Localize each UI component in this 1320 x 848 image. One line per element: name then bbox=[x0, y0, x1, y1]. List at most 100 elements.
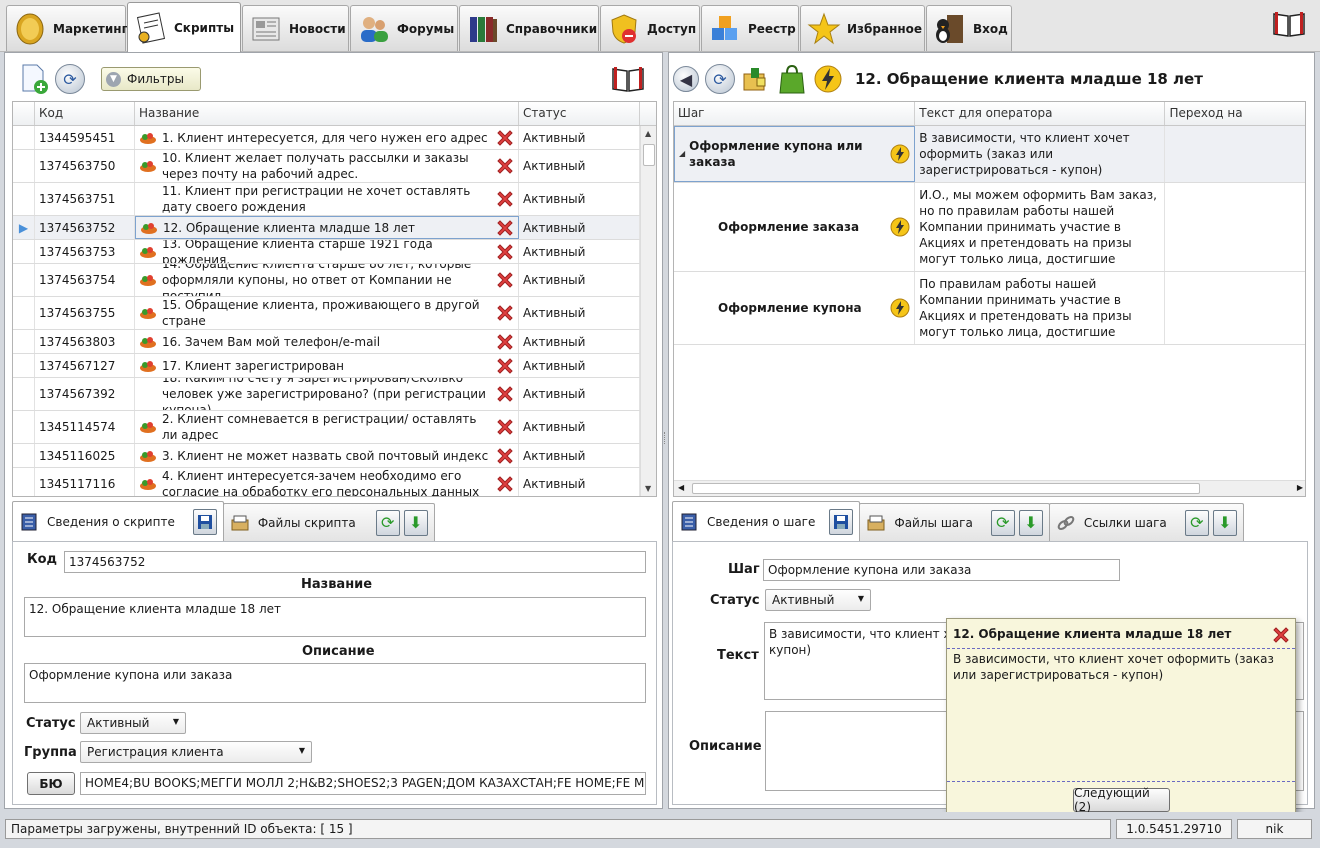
delete-icon[interactable] bbox=[496, 190, 514, 208]
tab-favorites[interactable]: Избранное bbox=[800, 5, 925, 51]
open-book-icon[interactable] bbox=[1272, 10, 1306, 38]
table-row[interactable]: 1345116025 3. Клиент не может назвать сво… bbox=[13, 444, 656, 468]
tab-step-files[interactable]: Файлы шага ⟳ ⬇ bbox=[859, 503, 1050, 541]
column-header-code[interactable]: Код bbox=[35, 102, 135, 125]
tab-step-info[interactable]: Сведения о шаге bbox=[672, 501, 861, 541]
table-row[interactable]: 1374563751 11. Клиент при регистрации не … bbox=[13, 183, 656, 216]
refresh-step-files-button[interactable]: ⟳ bbox=[990, 509, 1015, 536]
table-row[interactable]: 1374563753 13. Обращение клиента старше 1… bbox=[13, 240, 656, 264]
code-input[interactable]: 1374563752 bbox=[64, 551, 646, 573]
cell-operator-text: В зависимости, что клиент хочет оформить… bbox=[915, 126, 1166, 182]
tab-script-files[interactable]: Файлы скрипта ⟳ ⬇ bbox=[222, 503, 435, 541]
tab-login[interactable]: Вход bbox=[926, 5, 1012, 51]
shopping-bag-icon[interactable] bbox=[777, 63, 807, 95]
delete-icon[interactable] bbox=[496, 304, 514, 322]
table-row[interactable]: 1374563754 14. Обращение клиента старше 8… bbox=[13, 264, 656, 297]
tab-step-links[interactable]: Ссылки шага ⟳ ⬇ bbox=[1048, 503, 1244, 541]
delete-icon[interactable] bbox=[496, 219, 514, 237]
steps-grid-hscrollbar[interactable]: ◀ ▶ bbox=[674, 480, 1305, 496]
delete-icon[interactable] bbox=[496, 418, 514, 436]
column-header-step[interactable]: Шаг bbox=[674, 102, 916, 125]
table-row[interactable]: 1374567127 17. Клиент зарегистрирован Акти… bbox=[13, 354, 656, 378]
arrow-down-icon: ⬇ bbox=[1024, 513, 1038, 532]
refresh-steps-button[interactable]: ⟳ bbox=[705, 64, 735, 94]
next-step-button[interactable]: Следующий (2) bbox=[1073, 786, 1170, 814]
filters-button[interactable]: ▼ Фильтры bbox=[101, 67, 201, 91]
scroll-down-icon[interactable]: ▼ bbox=[645, 484, 651, 493]
column-header-name[interactable]: Название bbox=[135, 102, 519, 125]
step-status-select[interactable]: Активный ▼ bbox=[765, 589, 871, 611]
delete-icon[interactable] bbox=[496, 385, 514, 403]
refresh-button[interactable]: ⟳ bbox=[55, 64, 85, 94]
lightning-icon[interactable] bbox=[813, 64, 843, 94]
status-select[interactable]: Активный ▼ bbox=[80, 712, 186, 734]
step-input[interactable]: Оформление купона или заказа bbox=[763, 559, 1120, 581]
table-row[interactable]: 1344595451 1. Клиент интересуется, для че… bbox=[13, 126, 656, 150]
save-step-button[interactable] bbox=[829, 508, 854, 535]
group-select[interactable]: Регистрация клиента ▼ bbox=[80, 741, 312, 763]
delete-icon[interactable] bbox=[496, 129, 514, 147]
scroll-up-icon[interactable]: ▲ bbox=[645, 129, 651, 138]
table-row[interactable]: 1345114574 2. Клиент сомневается в регист… bbox=[13, 411, 656, 444]
code-label: Код bbox=[27, 552, 58, 567]
dish-icon bbox=[140, 450, 156, 462]
tab-forums[interactable]: Форумы bbox=[350, 5, 458, 51]
scrollbar-thumb[interactable] bbox=[643, 144, 655, 166]
delete-icon[interactable] bbox=[496, 475, 514, 493]
tab-scripts[interactable]: Скрипты bbox=[127, 2, 241, 52]
table-row[interactable]: 1374563803 16. Зачем Вам мой телефон/e-ma… bbox=[13, 330, 656, 354]
lightning-icon[interactable] bbox=[890, 144, 910, 164]
tab-access[interactable]: Доступ bbox=[600, 5, 700, 51]
column-header-goto[interactable]: Переход на bbox=[1165, 102, 1305, 125]
tab-marketing[interactable]: Маркетинг bbox=[6, 5, 128, 51]
download-files-button[interactable]: ⬇ bbox=[403, 509, 428, 536]
help-book-icon[interactable] bbox=[611, 65, 645, 93]
delete-icon[interactable] bbox=[496, 243, 514, 261]
step-row[interactable]: ◢ Оформление купона или заказа В зависимос… bbox=[674, 126, 1305, 183]
scroll-left-icon[interactable]: ◀ bbox=[678, 483, 684, 492]
delete-icon[interactable] bbox=[496, 357, 514, 375]
cell-step-text: Оформление заказа bbox=[718, 220, 860, 234]
download-links-button[interactable]: ⬇ bbox=[1212, 509, 1237, 536]
delete-icon[interactable] bbox=[496, 447, 514, 465]
delete-icon[interactable] bbox=[496, 333, 514, 351]
column-header-status[interactable]: Статус bbox=[519, 102, 640, 125]
name-textarea[interactable]: 12. Обращение клиента младше 18 лет bbox=[24, 597, 646, 637]
new-document-icon[interactable] bbox=[19, 63, 49, 95]
folder-tree-icon[interactable] bbox=[741, 64, 771, 94]
table-row[interactable]: ▶ 1374563752 12. Обращение клиента младше … bbox=[13, 216, 656, 240]
scrollbar-thumb[interactable] bbox=[692, 483, 1200, 494]
scripts-grid-scrollbar[interactable]: ▲ ▼ bbox=[640, 126, 656, 496]
description-textarea[interactable]: Оформление купона или заказа bbox=[24, 663, 646, 703]
lightning-icon[interactable] bbox=[890, 217, 910, 237]
tab-directories[interactable]: Справочники bbox=[459, 5, 599, 51]
table-row[interactable]: 1374567392 18. Каким по счету я зарегистр… bbox=[13, 378, 656, 411]
table-row[interactable]: 1374563750 10. Клиент желает получать рас… bbox=[13, 150, 656, 183]
delete-icon[interactable] bbox=[496, 271, 514, 289]
table-row[interactable]: 1374563755 15. Обращение клиента, прожива… bbox=[13, 297, 656, 330]
cell-code: 1345114574 bbox=[35, 411, 135, 443]
tab-news[interactable]: Новости bbox=[242, 5, 349, 51]
cell-status: Активный bbox=[519, 468, 640, 496]
bu-input[interactable]: HOME4;BU BOOKS;МЕГГИ МОЛЛ 2;H&B2;SHOES2;… bbox=[80, 772, 646, 795]
bu-button[interactable]: БЮ bbox=[27, 772, 75, 795]
refresh-files-button[interactable]: ⟳ bbox=[375, 509, 400, 536]
collapse-icon[interactable]: ◢ bbox=[679, 146, 685, 162]
save-script-button[interactable] bbox=[192, 508, 217, 535]
close-icon[interactable] bbox=[1271, 625, 1291, 645]
refresh-icon: ⟳ bbox=[996, 513, 1010, 532]
tab-registry[interactable]: Реестр bbox=[701, 5, 799, 51]
step-row[interactable]: Оформление заказа И.О., мы можем оформить… bbox=[674, 183, 1305, 272]
scroll-right-icon[interactable]: ▶ bbox=[1297, 483, 1303, 492]
step-row[interactable]: Оформление купона По правилам работы наше… bbox=[674, 272, 1305, 345]
back-button[interactable]: ◀ bbox=[673, 66, 699, 92]
files-icon bbox=[231, 515, 249, 530]
table-row[interactable]: 1345117116 4. Клиент интересуется-зачем н… bbox=[13, 468, 656, 496]
lightning-icon[interactable] bbox=[890, 298, 910, 318]
delete-icon[interactable] bbox=[496, 157, 514, 175]
tab-script-info[interactable]: Сведения о скрипте bbox=[12, 501, 224, 541]
download-step-files-button[interactable]: ⬇ bbox=[1018, 509, 1043, 536]
refresh-links-button[interactable]: ⟳ bbox=[1184, 509, 1209, 536]
column-header-operator-text[interactable]: Текст для оператора bbox=[915, 102, 1166, 125]
cell-status: Активный bbox=[519, 216, 640, 239]
